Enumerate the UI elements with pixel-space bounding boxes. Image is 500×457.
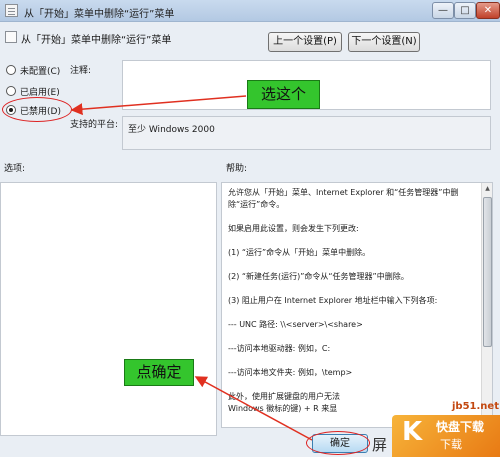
radio-enabled[interactable]: 已启用(E) [6,84,60,98]
highlight-oval-disabled [2,97,72,122]
help-label: 帮助: [226,164,248,174]
help-panel: 允许您从「开始」菜单、Internet Explorer 和“任务管理器”中删除… [221,182,493,428]
maximize-button[interactable]: □ [454,2,476,19]
policy-setting-icon [5,31,17,43]
watermark-line1: 快盘下载 [436,420,485,434]
next-setting-button[interactable]: 下一个设置(N) [348,32,420,52]
help-paragraph: 如果启用此设置，则会发生下列更改: [228,224,359,233]
help-paragraph: 允许您从「开始」菜单、Internet Explorer 和“任务管理器”中删除… [228,188,459,209]
help-paragraph: ---访问本地文件夹: 例如，\temp> [228,368,353,377]
scroll-thumb[interactable] [483,197,492,347]
radio-not-configured[interactable]: 未配置(C) [6,63,60,77]
highlight-oval-ok [306,431,370,455]
minimize-button[interactable]: — [432,2,454,19]
help-paragraph: Windows 徽标的键) + R 来显 [228,404,338,413]
callout-click-ok: 点确定 [124,359,194,386]
watermark-line2: 下载 [440,438,462,451]
scroll-up-arrow-icon[interactable]: ▲ [482,183,492,195]
help-paragraph: 此外，使用扩展键盘的用户无法 [228,392,340,401]
help-paragraph: ---访问本地驱动器: 例如，C: [228,344,331,353]
watermark-site: jb51.net [452,401,499,412]
close-button[interactable]: ✕ [476,2,500,19]
comment-label: 注释: [70,66,92,76]
policy-window-icon [5,4,18,17]
help-scrollbar[interactable]: ▲ ▼ [481,183,492,427]
callout-select-this: 选这个 [247,80,320,109]
window-title: 从「开始」菜单中删除“运行”菜单 [24,9,175,20]
platform-value: 至少 Windows 2000 [128,125,215,135]
title-bar: 从「开始」菜单中删除“运行”菜单 — □ ✕ [0,0,500,22]
help-paragraph: (2) “新建任务(运行)”命令从“任务管理器”中删除。 [228,272,409,281]
setting-title: 从「开始」菜单中删除“运行”菜单 [21,35,172,46]
watermark-fragment: 屏 [372,436,388,454]
radio-label: 已启用(E) [20,87,60,98]
options-label: 选项: [4,164,26,174]
options-panel [0,182,217,436]
radio-circle[interactable] [6,65,16,75]
help-paragraph: --- UNC 路径: \\<server>\<share> [228,320,363,329]
help-paragraph: (1) “运行”命令从「开始」菜单中删除。 [228,248,371,257]
previous-setting-button[interactable]: 上一个设置(P) [268,32,342,52]
radio-label: 未配置(C) [20,66,61,77]
help-paragraph: (3) 阻止用户在 Internet Explorer 地址栏中输入下列各项: [228,296,438,305]
radio-circle[interactable] [6,86,16,96]
platform-label: 支持的平台: [70,120,119,130]
platform-field: 至少 Windows 2000 [122,116,491,150]
